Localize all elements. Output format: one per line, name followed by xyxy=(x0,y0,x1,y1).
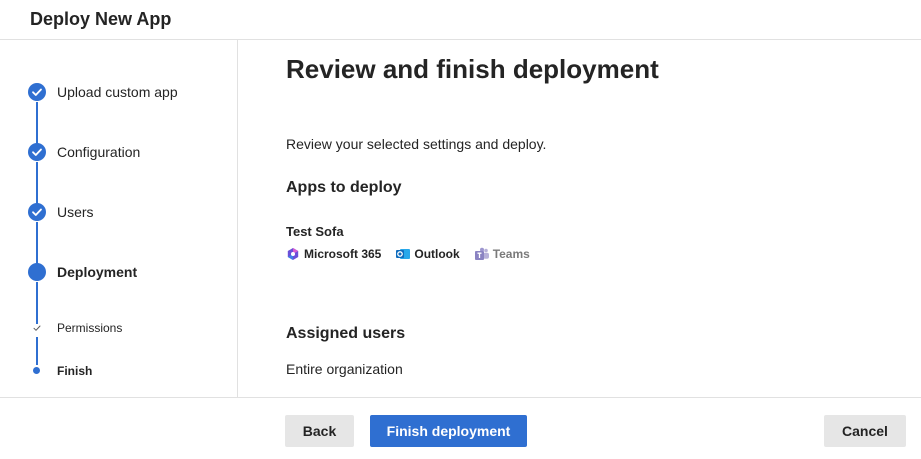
step-users[interactable]: Users xyxy=(0,202,237,222)
intro-text: Review your selected settings and deploy… xyxy=(286,136,547,152)
host-list: Microsoft 365 Outlook Teams xyxy=(286,245,545,263)
dialog-title: Deploy New App xyxy=(30,9,172,29)
step-deployment: Deployment xyxy=(0,262,237,282)
step-configuration[interactable]: Configuration xyxy=(0,142,237,162)
finish-deployment-button[interactable]: Finish deployment xyxy=(370,415,527,447)
step-label: Deployment xyxy=(57,264,138,280)
host-label: Microsoft 365 xyxy=(304,247,382,261)
assigned-users-heading: Assigned users xyxy=(286,325,406,342)
current-step-dot-icon xyxy=(28,263,46,281)
step-connector xyxy=(36,222,38,264)
check-circle-icon xyxy=(28,143,46,161)
back-button[interactable]: Back xyxy=(285,415,354,447)
review-panel: Review and finish deployment Review your… xyxy=(238,40,921,397)
assigned-users-value: Entire organization xyxy=(286,361,403,377)
host-label: Teams xyxy=(492,247,530,261)
step-upload-custom-app[interactable]: Upload custom app xyxy=(0,82,237,102)
step-label: Configuration xyxy=(57,144,141,160)
check-circle-icon xyxy=(28,203,46,221)
deploy-app-dialog: Deploy New App Upload custom app Configu… xyxy=(0,0,921,459)
cancel-button[interactable]: Cancel xyxy=(824,415,906,447)
host-label: Outlook xyxy=(414,247,460,261)
step-label: Finish xyxy=(57,364,93,378)
step-label: Users xyxy=(57,204,94,220)
host-teams: Teams xyxy=(474,247,530,261)
microsoft-365-icon xyxy=(286,247,300,261)
substep-finish: Finish xyxy=(0,361,237,381)
check-icon xyxy=(31,322,43,334)
host-microsoft-365: Microsoft 365 xyxy=(286,247,381,261)
dialog-header: Deploy New App xyxy=(0,0,921,40)
host-outlook: Outlook xyxy=(396,247,460,261)
current-substep-dot-icon xyxy=(33,367,40,374)
apps-heading: Apps to deploy xyxy=(286,179,402,196)
dialog-footer: Back Finish deployment Cancel xyxy=(0,397,921,459)
check-circle-icon xyxy=(28,83,46,101)
teams-icon xyxy=(474,247,489,261)
step-label: Upload custom app xyxy=(57,84,178,100)
step-connector xyxy=(36,102,38,144)
stepper-sidebar: Upload custom app Configuration Users De… xyxy=(0,40,238,397)
outlook-icon xyxy=(396,247,411,261)
app-name: Test Sofa xyxy=(286,224,344,239)
substep-permissions[interactable]: Permissions xyxy=(0,318,237,338)
step-label: Permissions xyxy=(57,321,123,335)
page-title: Review and finish deployment xyxy=(286,54,659,84)
step-connector xyxy=(36,162,38,204)
